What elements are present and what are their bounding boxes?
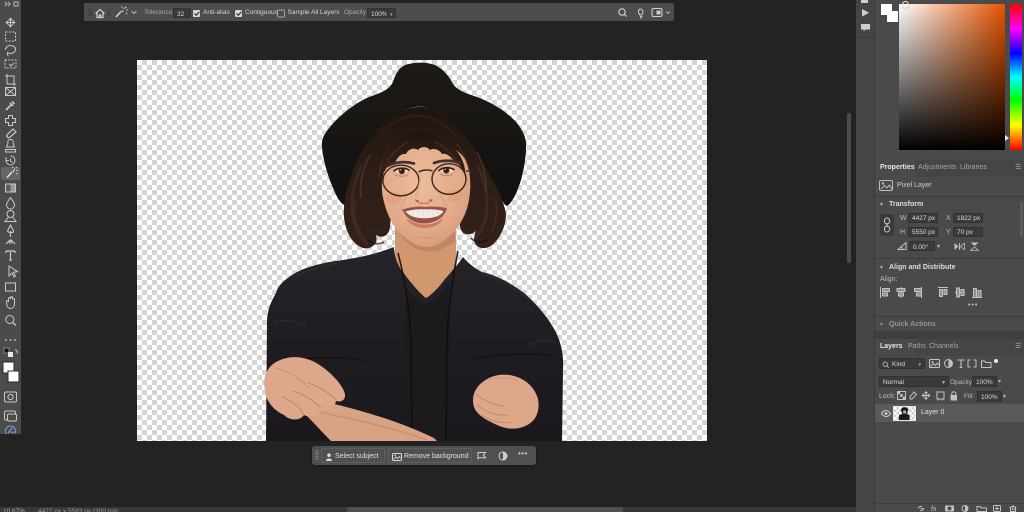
svg-text:fx: fx: [931, 506, 937, 512]
